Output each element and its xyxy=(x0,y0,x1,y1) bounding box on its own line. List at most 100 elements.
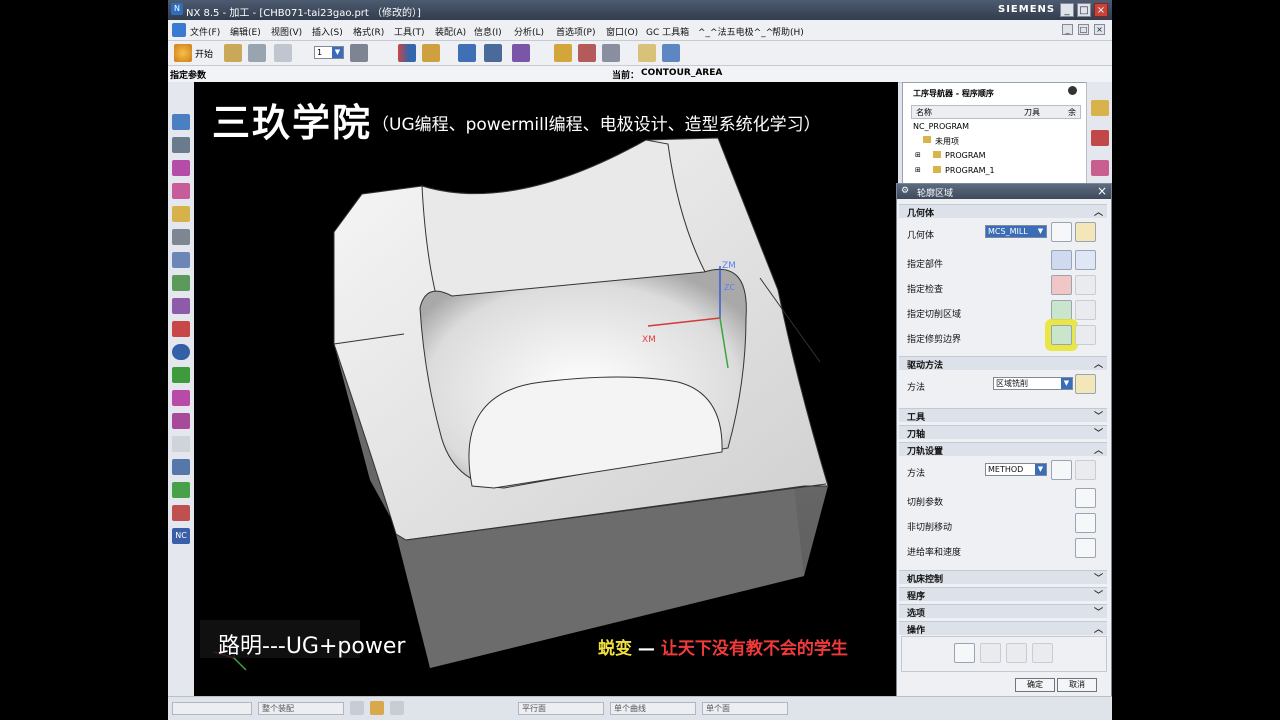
minimize-button[interactable]: _ xyxy=(1060,3,1074,17)
history-icon[interactable] xyxy=(172,367,190,383)
specify-trim-boundary-button[interactable] xyxy=(1051,325,1072,345)
display-part-button[interactable] xyxy=(1075,250,1096,270)
model-canvas[interactable]: ZM ZC XM xyxy=(194,82,898,696)
generate-icon[interactable] xyxy=(954,643,975,663)
pin-icon[interactable] xyxy=(1068,86,1077,95)
specify-part-button[interactable] xyxy=(1051,250,1072,270)
open-folder-icon[interactable] xyxy=(224,44,242,62)
cut-params-button[interactable] xyxy=(1075,488,1096,508)
plane-select[interactable]: 平行面 xyxy=(518,702,604,715)
selection-icon[interactable] xyxy=(370,701,384,715)
specify-check-button[interactable] xyxy=(1051,275,1072,295)
trim-icon[interactable] xyxy=(172,413,190,429)
menu-file[interactable]: 文件(F) xyxy=(190,25,220,38)
dimension-icon[interactable] xyxy=(484,44,502,62)
extrude-icon[interactable] xyxy=(172,229,190,245)
layers-icon[interactable] xyxy=(350,44,368,62)
doc-minimize-button[interactable]: _ xyxy=(1062,24,1073,35)
section-program[interactable]: 程序 ﹀ xyxy=(899,587,1107,602)
new-geometry-button[interactable] xyxy=(1051,222,1072,242)
snap-icon[interactable] xyxy=(350,701,364,715)
create-tool-icon[interactable] xyxy=(422,44,440,62)
expand-icon[interactable]: ⊞ xyxy=(915,166,921,174)
program-icon[interactable] xyxy=(1091,160,1109,176)
feeds-speeds-button[interactable] xyxy=(1075,538,1096,558)
section-tool[interactable]: 工具 ﹀ xyxy=(899,408,1107,423)
doc-close-button[interactable]: × xyxy=(1094,24,1105,35)
menu-window[interactable]: 窗口(O) xyxy=(606,25,638,38)
green-part-icon[interactable] xyxy=(172,482,190,498)
dialog-close-icon[interactable]: × xyxy=(1097,184,1107,198)
drive-method-select[interactable]: 区域铣削 ▼ xyxy=(993,377,1073,390)
material-icon[interactable] xyxy=(512,44,530,62)
display-icon[interactable] xyxy=(1091,130,1109,146)
maximize-button[interactable]: □ xyxy=(1077,3,1091,17)
menu-info[interactable]: 信息(I) xyxy=(474,25,502,38)
section-options[interactable]: 选项 ﹀ xyxy=(899,604,1107,619)
layer-select[interactable]: 1 ▼ xyxy=(314,46,344,59)
start-icon[interactable] xyxy=(174,44,192,62)
verify-toolpath-icon[interactable] xyxy=(578,44,596,62)
info-icon[interactable] xyxy=(172,344,190,360)
menu-tools[interactable]: 工具(T) xyxy=(394,25,425,38)
scope-select[interactable]: 整个装配 xyxy=(258,702,344,715)
tree-row[interactable]: NC_PROGRAM xyxy=(913,122,969,131)
create-operation-icon[interactable] xyxy=(1091,100,1109,116)
start-button-label[interactable]: 开始 xyxy=(195,47,213,60)
col-tool[interactable]: 刀具 xyxy=(1024,107,1040,118)
shop-doc-icon[interactable] xyxy=(638,44,656,62)
graphics-viewport[interactable]: ZM ZC XM 三玖学院 （UG编程、powermill编程、电极设计、造型系… xyxy=(194,82,898,696)
face-rule-select[interactable]: 单个面 xyxy=(702,702,788,715)
save-icon[interactable] xyxy=(248,44,266,62)
undo-icon[interactable] xyxy=(274,44,292,62)
postprocess-icon[interactable] xyxy=(602,44,620,62)
edit-geometry-button[interactable] xyxy=(1075,222,1096,242)
nc-icon[interactable]: NC xyxy=(172,528,190,544)
menu-help[interactable]: 帮助(H) xyxy=(772,25,804,38)
datum-icon[interactable] xyxy=(172,206,190,222)
part-icon[interactable] xyxy=(172,160,190,176)
col-name[interactable]: 名称 xyxy=(916,107,932,118)
menu-assembly[interactable]: 装配(A) xyxy=(435,25,466,38)
section-actions[interactable]: 操作 ︿ xyxy=(899,621,1107,636)
zoom-fit-icon[interactable] xyxy=(662,44,680,62)
col-stock[interactable]: 余 xyxy=(1068,107,1076,118)
assembly-icon[interactable] xyxy=(172,137,190,153)
geometry-select[interactable]: MCS_MILL ▼ xyxy=(985,225,1047,238)
menu-insert[interactable]: 插入(S) xyxy=(312,25,343,38)
surface-icon[interactable] xyxy=(172,390,190,406)
menu-analysis[interactable]: 分析(L) xyxy=(514,25,544,38)
ok-button[interactable]: 确定 xyxy=(1015,678,1055,692)
doc-restore-button[interactable]: □ xyxy=(1078,24,1089,35)
edit-drive-method-button[interactable] xyxy=(1075,374,1096,394)
mesh-icon[interactable] xyxy=(172,298,190,314)
point-snap-icon[interactable] xyxy=(390,701,404,715)
new-method-button[interactable] xyxy=(1051,460,1072,480)
menu-preferences[interactable]: 首选项(P) xyxy=(556,25,595,38)
curve-rule-select[interactable]: 单个曲线 xyxy=(610,702,696,715)
menu-gc-toolbox[interactable]: GC 工具箱 xyxy=(646,25,689,38)
section-path-settings[interactable]: 刀轨设置 ︿ xyxy=(899,442,1107,457)
menu-electrode[interactable]: ^_^法五电极^_^ xyxy=(698,25,773,38)
cancel-button[interactable]: 取消 xyxy=(1057,678,1097,692)
generate-toolpath-icon[interactable] xyxy=(554,44,572,62)
specify-cut-area-button[interactable] xyxy=(1051,300,1072,320)
expand-icon[interactable]: ⊞ xyxy=(915,151,921,159)
sheet-icon[interactable] xyxy=(172,436,190,452)
tree-row[interactable]: PROGRAM_1 xyxy=(945,166,995,175)
menu-format[interactable]: 格式(R) xyxy=(353,25,384,38)
navigator-icon[interactable] xyxy=(172,114,190,130)
create-program-icon[interactable] xyxy=(398,44,416,62)
cube-icon[interactable] xyxy=(172,459,190,475)
section-machine-control[interactable]: 机床控制 ﹀ xyxy=(899,570,1107,585)
sketch-icon[interactable] xyxy=(172,275,190,291)
path-method-select[interactable]: METHOD ▼ xyxy=(985,463,1047,476)
close-button[interactable]: × xyxy=(1094,3,1108,17)
section-tool-axis[interactable]: 刀轴 ﹀ xyxy=(899,425,1107,440)
menu-edit[interactable]: 编辑(E) xyxy=(230,25,261,38)
menu-view[interactable]: 视图(V) xyxy=(271,25,302,38)
section-geometry[interactable]: 几何体 ︿ xyxy=(899,204,1107,219)
block-icon[interactable] xyxy=(172,183,190,199)
type-filter-select[interactable] xyxy=(172,702,252,715)
section-drive-method[interactable]: 驱动方法 ︿ xyxy=(899,356,1107,371)
